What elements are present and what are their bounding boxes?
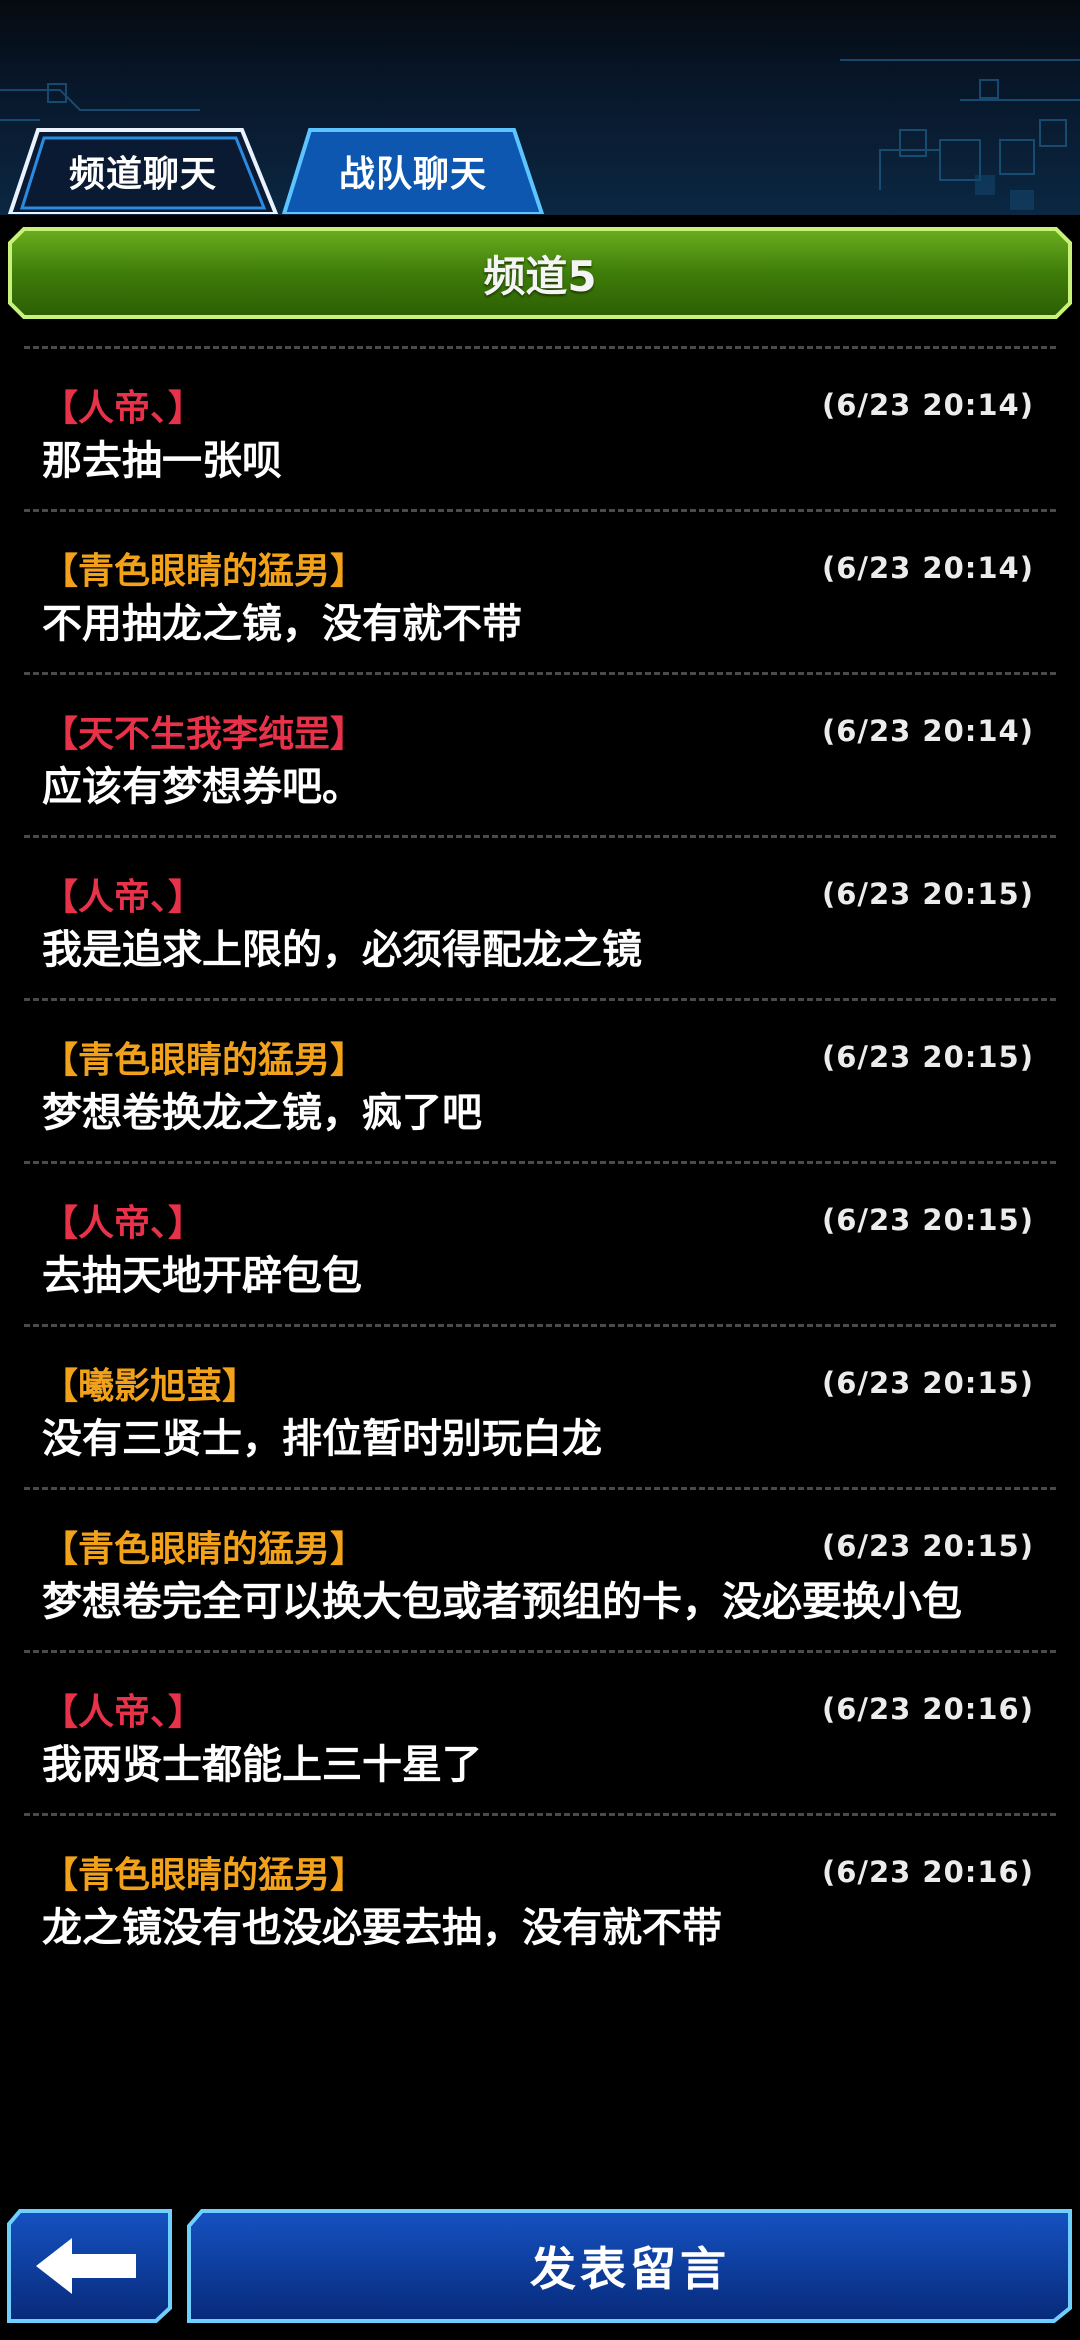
- message-item: 【人帝、】 (6/23 20:14) 那去抽一张呗: [24, 346, 1056, 509]
- tab-label: 频道聊天: [68, 154, 217, 195]
- message-text: 我是追求上限的，必须得配龙之镜: [42, 927, 642, 973]
- message-timestamp: (6/23 20:16): [821, 1855, 1034, 1889]
- back-button-frame: [7, 2209, 172, 2323]
- message-item: 【青色眼睛的猛男】 (6/23 20:16) 龙之镜没有也没必要去抽，没有就不带: [24, 1813, 1056, 1976]
- message-timestamp: (6/23 20:14): [821, 714, 1034, 748]
- message-username[interactable]: 【天不生我李纯罡】: [42, 705, 366, 757]
- message-text: 梦想卷完全可以换大包或者预组的卡，没必要换小包: [42, 1579, 962, 1625]
- post-message-label: 发表留言: [530, 2242, 730, 2296]
- message-text: 应该有梦想券吧。: [42, 764, 362, 810]
- tab-label: 战队聊天: [338, 154, 487, 195]
- message-timestamp: (6/23 20:15): [821, 1040, 1034, 1074]
- message-username[interactable]: 【曦影旭萤】: [42, 1357, 258, 1409]
- message-username[interactable]: 【人帝、】: [42, 379, 204, 431]
- message-timestamp: (6/23 20:15): [821, 877, 1034, 911]
- message-username[interactable]: 【人帝、】: [42, 1194, 204, 1246]
- message-username[interactable]: 【人帝、】: [42, 868, 204, 920]
- back-button[interactable]: [6, 2208, 174, 2324]
- message-username[interactable]: 【青色眼睛的猛男】: [42, 542, 366, 594]
- message-item: 【人帝、】 (6/23 20:15) 去抽天地开辟包包: [24, 1161, 1056, 1324]
- message-item: 【青色眼睛的猛男】 (6/23 20:15) 梦想卷换龙之镜，疯了吧: [24, 998, 1056, 1161]
- message-timestamp: (6/23 20:14): [821, 388, 1034, 422]
- message-username[interactable]: 【人帝、】: [42, 1683, 204, 1735]
- channel-header[interactable]: 频道5: [6, 225, 1074, 321]
- message-list[interactable]: 【人帝、】 (6/23 20:14) 那去抽一张呗 【青色眼睛的猛男】 (6/2…: [24, 346, 1056, 2196]
- message-timestamp: (6/23 20:15): [821, 1529, 1034, 1563]
- message-item: 【人帝、】 (6/23 20:16) 我两贤士都能上三十星了: [24, 1650, 1056, 1813]
- message-username[interactable]: 【青色眼睛的猛男】: [42, 1031, 366, 1083]
- message-text: 梦想卷换龙之镜，疯了吧: [42, 1090, 482, 1136]
- message-text: 我两贤士都能上三十星了: [42, 1742, 482, 1788]
- post-message-button[interactable]: 发表留言: [186, 2208, 1074, 2324]
- message-timestamp: (6/23 20:15): [821, 1203, 1034, 1237]
- message-timestamp: (6/23 20:16): [821, 1692, 1034, 1726]
- message-text: 龙之镜没有也没必要去抽，没有就不带: [42, 1905, 722, 1951]
- tab-channel-chat[interactable]: 频道聊天: [8, 128, 278, 214]
- message-item: 【天不生我李纯罡】 (6/23 20:14) 应该有梦想券吧。: [24, 672, 1056, 835]
- channel-title: 频道5: [483, 251, 597, 301]
- message-item: 【曦影旭萤】 (6/23 20:15) 没有三贤士，排位暂时别玩白龙: [24, 1324, 1056, 1487]
- message-item: 【人帝、】 (6/23 20:15) 我是追求上限的，必须得配龙之镜: [24, 835, 1056, 998]
- message-username[interactable]: 【青色眼睛的猛男】: [42, 1520, 366, 1572]
- message-text: 不用抽龙之镜，没有就不带: [42, 601, 522, 647]
- tab-team-chat[interactable]: 战队聊天: [282, 128, 544, 214]
- message-item: 【青色眼睛的猛男】 (6/23 20:14) 不用抽龙之镜，没有就不带: [24, 509, 1056, 672]
- message-item: 【青色眼睛的猛男】 (6/23 20:15) 梦想卷完全可以换大包或者预组的卡，…: [24, 1487, 1056, 1650]
- message-timestamp: (6/23 20:14): [821, 551, 1034, 585]
- message-text: 没有三贤士，排位暂时别玩白龙: [42, 1416, 602, 1462]
- bottom-bar: 发表留言: [0, 2200, 1080, 2340]
- message-timestamp: (6/23 20:15): [821, 1366, 1034, 1400]
- message-text: 那去抽一张呗: [42, 438, 282, 484]
- message-text: 去抽天地开辟包包: [42, 1253, 362, 1299]
- message-username[interactable]: 【青色眼睛的猛男】: [42, 1846, 366, 1898]
